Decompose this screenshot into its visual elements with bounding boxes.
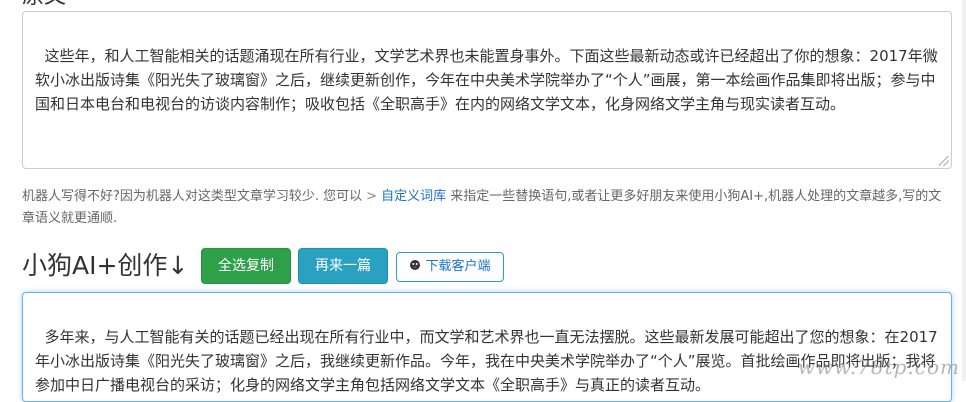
regenerate-button[interactable]: 再来一篇 (298, 248, 388, 284)
resize-grip-icon[interactable] (939, 156, 949, 166)
custom-dictionary-link[interactable]: 自定义词库 (381, 189, 446, 204)
source-text: 这些年，和人工智能相关的话题涌现在所有行业，文学艺术界也未能置身事外。下面这些最… (35, 47, 938, 113)
watermark: www.78tp.com (797, 355, 960, 379)
select-all-copy-button[interactable]: 全选复制 (201, 248, 291, 284)
dog-icon (410, 260, 421, 270)
output-text-area[interactable]: 多年来，与人工智能有关的话题已经出现在所有行业中，而文学和艺术界也一直无法摆脱。… (22, 292, 952, 402)
download-client-button[interactable]: 下载客户端 (396, 252, 504, 282)
previous-heading-partial: 原文 (22, 0, 66, 8)
section-title: 小狗AI+创作↓ (22, 251, 189, 280)
hint-text-before: 机器人写得不好?因为机器人对这类型文章学习较少. 您可以 (22, 189, 363, 204)
hint-text: 机器人写得不好?因为机器人对这类型文章学习较少. 您可以 > 自定义词库 来指定一些… (22, 186, 952, 230)
page-scrollbar[interactable] (962, 0, 966, 381)
download-client-label: 下载客户端 (425, 259, 491, 274)
source-text-area[interactable]: 这些年，和人工智能相关的话题涌现在所有行业，文学艺术界也未能置身事外。下面这些最… (22, 11, 952, 169)
hint-arrow: > (366, 189, 378, 204)
